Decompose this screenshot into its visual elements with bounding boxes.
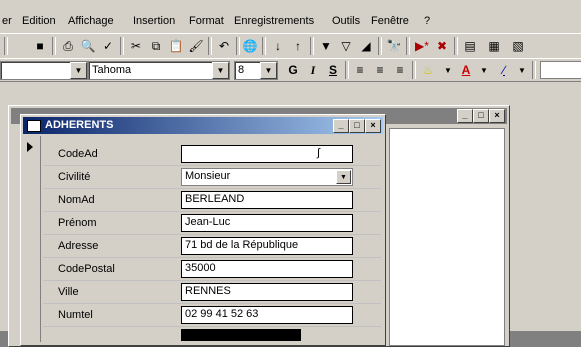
fill-color-icon[interactable]: ♨: [418, 60, 438, 80]
menu-fichier[interactable]: er: [2, 15, 12, 27]
field-input-codepostal[interactable]: 35000: [181, 260, 353, 278]
cut-icon[interactable]: ✂: [126, 36, 146, 56]
line-color-dropdown-icon[interactable]: ▼: [512, 60, 532, 80]
field-input-codead[interactable]: ∫: [181, 145, 353, 163]
current-record-arrow-icon: [27, 142, 33, 152]
form-icon: [27, 120, 41, 132]
new-object-icon[interactable]: ▧: [508, 36, 528, 56]
line-color-icon[interactable]: ∕: [494, 60, 514, 80]
menu-outils[interactable]: Outils: [332, 15, 360, 27]
menu-bar: er Edition Affichage Insertion Format En…: [0, 12, 581, 32]
field-input-ville[interactable]: RENNES: [181, 283, 353, 301]
field-select-civilite[interactable]: Monsieur ▼: [181, 168, 353, 186]
chevron-down-icon[interactable]: ▼: [336, 170, 351, 184]
menu-edition[interactable]: Edition: [22, 15, 56, 27]
object-combo[interactable]: ▼: [0, 61, 88, 80]
format-painter-icon[interactable]: 🖌: [186, 36, 206, 56]
paste-icon[interactable]: 📋: [166, 36, 186, 56]
field-input-adresse[interactable]: 71 bd de la République: [181, 237, 353, 255]
align-right-icon[interactable]: ≡: [390, 60, 410, 80]
save-icon[interactable]: ■: [30, 36, 50, 56]
standard-toolbar: ■ ⎙ 🔍 ✓ ✂ ⧉ 📋 🖌 ↶ 🌐 ↓ ↑ ▼ ▽ ◢ 🔭 ▶* ✖ ▤ ▦…: [0, 33, 581, 59]
border-width-combo[interactable]: [540, 61, 581, 79]
font-name-combo[interactable]: Tahoma ▼: [88, 61, 230, 80]
bold-button[interactable]: G: [283, 60, 303, 80]
field-input-nomad[interactable]: BERLEAND: [181, 191, 353, 209]
delete-record-icon[interactable]: ✖: [432, 36, 452, 56]
record-selector[interactable]: [23, 136, 41, 342]
menu-fenetre[interactable]: Fenêtre: [371, 15, 409, 27]
title-strip: [0, 0, 581, 12]
adherents-form-window: ADHERENTS _ □ × CodeAd ∫ Civilité Monsie…: [20, 114, 386, 346]
print-icon[interactable]: ⎙: [58, 36, 78, 56]
menu-insertion[interactable]: Insertion: [133, 15, 175, 27]
font-color-dropdown-icon[interactable]: ▼: [474, 60, 494, 80]
field-label-codead: CodeAd: [58, 148, 98, 160]
field-label-adresse: Adresse: [58, 240, 99, 252]
hyperlink-icon[interactable]: 🌐: [240, 36, 260, 56]
form-title: ADHERENTS: [45, 119, 114, 131]
field-label-civilite: Civilité: [58, 171, 91, 183]
sort-ascending-icon[interactable]: ↓: [268, 36, 288, 56]
text-cursor-icon: ∫: [317, 147, 321, 159]
form-minimize-icon[interactable]: _: [333, 119, 349, 133]
font-color-icon[interactable]: A: [456, 60, 476, 80]
maximize-icon[interactable]: □: [473, 109, 489, 123]
close-icon[interactable]: ×: [489, 109, 505, 123]
form-maximize-icon[interactable]: □: [349, 119, 365, 133]
italic-button[interactable]: I: [303, 60, 323, 80]
underline-button[interactable]: S: [323, 60, 343, 80]
new-record-icon[interactable]: ▶*: [412, 36, 432, 56]
field-label-prenom: Prénom: [58, 217, 97, 229]
format-toolbar: ▼ Tahoma ▼ 8 ▼ G I S ≡ ≡ ≡ ♨ ▼ A ▼ ∕ ▼: [0, 58, 581, 82]
menu-aide[interactable]: ?: [424, 15, 430, 27]
database-window-icon[interactable]: ▦: [484, 36, 504, 56]
fill-color-dropdown-icon[interactable]: ▼: [438, 60, 458, 80]
menu-format[interactable]: Format: [189, 15, 224, 27]
undo-icon[interactable]: ↶: [214, 36, 234, 56]
menu-enregistrements[interactable]: Enregistrements: [234, 15, 314, 27]
align-center-icon[interactable]: ≡: [370, 60, 390, 80]
properties-icon[interactable]: ▤: [460, 36, 480, 56]
field-label-nomad: NomAd: [58, 194, 95, 206]
field-input-prenom[interactable]: Jean-Luc: [181, 214, 353, 232]
field-label-codepostal: CodePostal: [58, 263, 115, 275]
apply-filter-icon[interactable]: ◢: [356, 36, 376, 56]
minimize-icon[interactable]: _: [457, 109, 473, 123]
field-label-numtel: Numtel: [58, 309, 93, 321]
spelling-icon[interactable]: ✓: [98, 36, 118, 56]
background-window-client: [389, 128, 505, 346]
form-close-icon[interactable]: ×: [365, 119, 381, 133]
font-size-combo[interactable]: 8 ▼: [234, 61, 278, 80]
menu-affichage[interactable]: Affichage: [68, 15, 114, 27]
print-preview-icon[interactable]: 🔍: [78, 36, 98, 56]
filter-by-form-icon[interactable]: ▽: [336, 36, 356, 56]
sort-descending-icon[interactable]: ↑: [288, 36, 308, 56]
field-label-ville: Ville: [58, 286, 79, 298]
copy-icon[interactable]: ⧉: [146, 36, 166, 56]
align-left-icon[interactable]: ≡: [350, 60, 370, 80]
filter-by-selection-icon[interactable]: ▼: [316, 36, 336, 56]
form-titlebar[interactable]: ADHERENTS _ □ ×: [23, 117, 383, 134]
find-icon[interactable]: 🔭: [384, 36, 404, 56]
field-input-numtel[interactable]: 02 99 41 52 63: [181, 306, 353, 324]
